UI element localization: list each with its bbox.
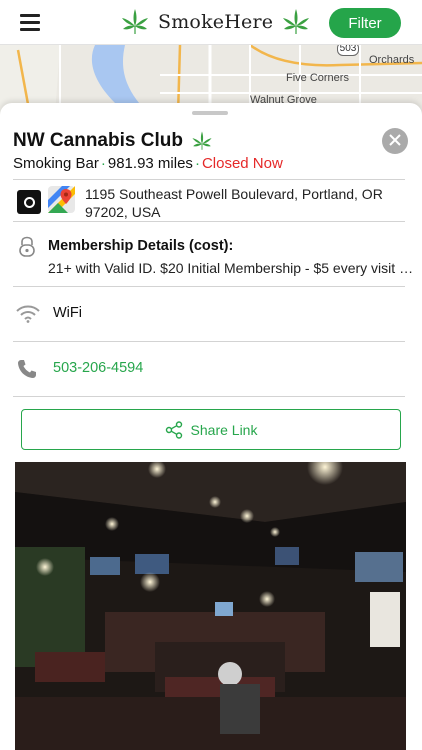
map-label-five-corners: Five Corners [286, 72, 349, 84]
map-label-orchards: Orchards [369, 54, 415, 66]
place-name: NW Cannabis Club [13, 130, 183, 151]
route-shield: 503 [337, 45, 359, 56]
membership-title: Membership Details (cost): [48, 238, 234, 254]
share-link-button[interactable]: Share Link [21, 409, 401, 450]
title-row: NW Cannabis Club [13, 130, 213, 152]
top-bar: SmokeHere Filter [0, 0, 422, 45]
close-icon [389, 134, 401, 146]
drag-handle[interactable] [192, 111, 228, 115]
cannabis-leaf-icon [192, 131, 212, 150]
divider [13, 286, 405, 287]
membership-details: 21+ with Valid ID. $20 Initial Membershi… [48, 260, 414, 276]
place-detail-sheet: NW Cannabis Club Smoking Bar · 981.93 mile… [0, 103, 422, 750]
venue-photo[interactable] [15, 462, 406, 750]
place-category: Smoking Bar [13, 155, 99, 172]
lock-icon [19, 236, 35, 257]
place-subtitle: Smoking Bar · 981.93 miles · Closed Now [13, 155, 283, 172]
place-distance: 981.93 miles [107, 155, 193, 172]
close-button[interactable] [382, 128, 408, 154]
cannabis-leaf-icon [283, 9, 310, 34]
filter-button[interactable]: Filter [329, 8, 401, 38]
place-address[interactable]: 1195 Southeast Powell Boulevard, Portlan… [85, 185, 405, 221]
wifi-icon [16, 305, 40, 323]
cannabis-leaf-icon [122, 9, 148, 34]
divider [13, 221, 405, 222]
separator-dot: · [194, 155, 200, 172]
separator-dot: · [100, 155, 106, 172]
divider [13, 179, 405, 180]
share-icon [165, 420, 182, 439]
app-title: SmokeHere [158, 11, 274, 33]
divider [13, 396, 405, 397]
phone-icon[interactable] [17, 359, 37, 379]
phone-number-link[interactable]: 503-206-4594 [53, 360, 143, 376]
wifi-label: WiFi [53, 305, 82, 321]
divider [13, 341, 405, 342]
open-status: Closed Now [201, 155, 283, 172]
google-maps-icon[interactable] [48, 186, 75, 213]
share-link-label: Share Link [190, 421, 258, 438]
venue-photo-image [15, 462, 406, 750]
brand: SmokeHere [120, 6, 311, 38]
uber-icon[interactable] [17, 190, 41, 214]
hamburger-menu-icon[interactable] [20, 14, 40, 31]
